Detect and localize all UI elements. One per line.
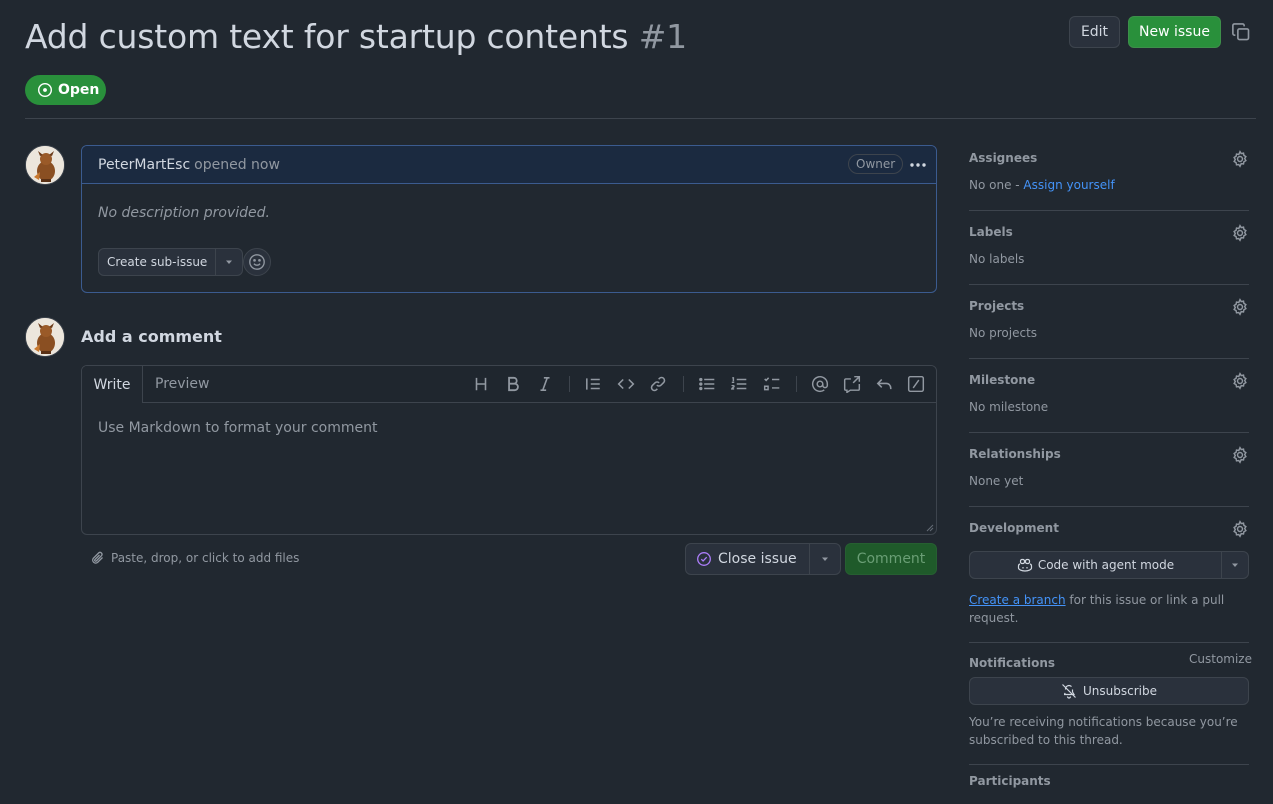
tab-preview[interactable]: Preview bbox=[155, 366, 210, 402]
unsubscribe-button[interactable]: Unsubscribe bbox=[969, 677, 1249, 705]
owner-badge: Owner bbox=[848, 154, 904, 174]
sidebar-divider bbox=[969, 210, 1249, 211]
sidebar-divider bbox=[969, 506, 1249, 507]
projects-heading: Projects bbox=[969, 299, 1025, 313]
code-with-agent-button[interactable]: Code with agent mode bbox=[970, 552, 1222, 578]
tab-write[interactable]: Write bbox=[82, 366, 143, 403]
paperclip-icon bbox=[90, 550, 106, 566]
resize-handle-icon[interactable] bbox=[926, 524, 934, 532]
sidebar-divider bbox=[969, 642, 1249, 643]
close-issue-label: Close issue bbox=[718, 551, 797, 567]
italic-icon[interactable] bbox=[536, 375, 554, 393]
status-badge: Open bbox=[25, 75, 106, 105]
new-issue-button[interactable]: New issue bbox=[1128, 16, 1221, 48]
heading-icon[interactable] bbox=[472, 375, 490, 393]
task-list-icon[interactable] bbox=[763, 375, 781, 393]
gear-icon[interactable] bbox=[1231, 224, 1249, 242]
copilot-icon bbox=[1017, 557, 1033, 573]
issue-body-header: PeterMartEsc opened now Owner bbox=[82, 146, 936, 184]
labels-value: No labels bbox=[969, 252, 1025, 266]
sidebar-divider bbox=[969, 284, 1249, 285]
issue-title-text: Add custom text for startup contents bbox=[25, 17, 629, 56]
create-branch-link[interactable]: Create a branch bbox=[969, 593, 1066, 607]
issue-opened-icon bbox=[37, 82, 53, 98]
copy-icon[interactable] bbox=[1231, 22, 1251, 42]
toolbar-divider bbox=[569, 376, 570, 392]
chevron-down-icon[interactable] bbox=[216, 249, 242, 275]
issue-closed-icon bbox=[696, 551, 712, 567]
close-issue-button[interactable]: Close issue bbox=[686, 544, 810, 574]
chevron-down-icon[interactable] bbox=[810, 544, 840, 574]
milestone-value: No milestone bbox=[969, 400, 1049, 414]
assignees-heading: Assignees bbox=[969, 151, 1038, 165]
add-comment-heading: Add a comment bbox=[81, 327, 222, 346]
gear-icon[interactable] bbox=[1231, 446, 1249, 464]
cross-reference-icon[interactable] bbox=[843, 375, 861, 393]
author-link[interactable]: PeterMartEsc bbox=[98, 157, 190, 173]
customize-link[interactable]: Customize bbox=[1189, 652, 1252, 666]
issue-number: #1 bbox=[638, 17, 687, 56]
link-icon[interactable] bbox=[649, 375, 667, 393]
code-icon[interactable] bbox=[617, 375, 635, 393]
reply-icon[interactable] bbox=[875, 375, 893, 393]
gear-icon[interactable] bbox=[1231, 150, 1249, 168]
slash-command-icon[interactable] bbox=[907, 375, 925, 393]
development-text: Create a branch for this issue or link a… bbox=[969, 591, 1249, 627]
status-label: Open bbox=[58, 82, 100, 98]
avatar[interactable] bbox=[25, 145, 65, 185]
labels-heading: Labels bbox=[969, 225, 1013, 239]
opened-timestamp: opened now bbox=[194, 156, 280, 173]
avatar[interactable] bbox=[25, 317, 65, 357]
notifications-heading: Notifications bbox=[969, 656, 1056, 670]
comment-editor: Write Preview Use Markdown to format you… bbox=[81, 365, 937, 535]
chevron-down-icon[interactable] bbox=[1222, 552, 1248, 578]
relationships-heading: Relationships bbox=[969, 447, 1061, 461]
assignees-none: No one - bbox=[969, 178, 1024, 192]
mention-icon[interactable] bbox=[811, 375, 829, 393]
gear-icon[interactable] bbox=[1231, 372, 1249, 390]
comment-button[interactable]: Comment bbox=[845, 543, 937, 575]
gear-icon[interactable] bbox=[1231, 298, 1249, 316]
create-sub-issue-button[interactable]: Create sub-issue bbox=[99, 249, 217, 275]
attach-hint: Paste, drop, or click to add files bbox=[111, 551, 300, 565]
code-with-agent-button-group: Code with agent mode bbox=[969, 551, 1249, 579]
bold-icon[interactable] bbox=[504, 375, 522, 393]
sidebar-divider bbox=[969, 432, 1249, 433]
milestone-heading: Milestone bbox=[969, 373, 1036, 387]
projects-value: No projects bbox=[969, 326, 1038, 340]
assign-yourself-link[interactable]: Assign yourself bbox=[1023, 178, 1114, 192]
issue-title: Add custom text for startup contents #1 bbox=[25, 17, 687, 56]
header-divider bbox=[25, 118, 1256, 119]
edit-button[interactable]: Edit bbox=[1069, 16, 1120, 48]
sidebar-divider bbox=[969, 358, 1249, 359]
development-heading: Development bbox=[969, 521, 1059, 535]
comment-input[interactable]: Use Markdown to format your comment bbox=[98, 420, 377, 436]
create-sub-issue-button-group: Create sub-issue bbox=[98, 248, 244, 276]
sidebar-divider bbox=[969, 764, 1249, 765]
close-issue-button-group: Close issue bbox=[685, 543, 841, 575]
toolbar-divider bbox=[796, 376, 797, 392]
assignees-value: No one - Assign yourself bbox=[969, 178, 1115, 192]
smiley-icon[interactable] bbox=[243, 248, 271, 276]
relationships-value: None yet bbox=[969, 474, 1024, 488]
kebab-horizontal-icon[interactable] bbox=[908, 155, 928, 175]
code-with-agent-label: Code with agent mode bbox=[1037, 558, 1175, 572]
notifications-description: You’re receiving notifications because y… bbox=[969, 715, 1238, 747]
unsubscribe-label: Unsubscribe bbox=[1083, 684, 1157, 698]
issue-description: No description provided. bbox=[98, 205, 270, 221]
issue-body-card: PeterMartEsc opened now Owner No descrip… bbox=[81, 145, 937, 293]
gear-icon[interactable] bbox=[1231, 520, 1249, 538]
quote-icon[interactable] bbox=[584, 375, 602, 393]
bell-slash-icon bbox=[1061, 683, 1077, 699]
editor-toolbar: Write Preview bbox=[82, 366, 936, 403]
toolbar-divider bbox=[683, 376, 684, 392]
attach-files[interactable]: Paste, drop, or click to add files bbox=[90, 550, 299, 566]
participants-heading: Participants bbox=[969, 774, 1051, 788]
ordered-list-icon[interactable] bbox=[730, 375, 748, 393]
unordered-list-icon[interactable] bbox=[698, 375, 716, 393]
